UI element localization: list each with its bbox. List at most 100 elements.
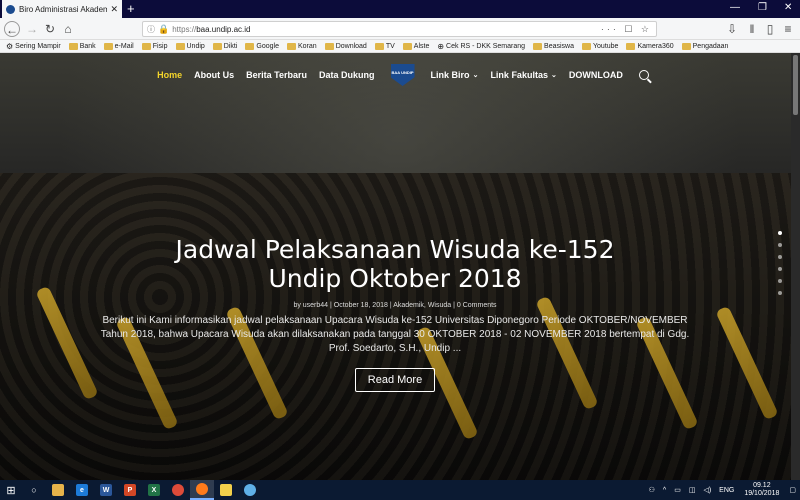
bookmark-youtube[interactable]: Youtube [582, 42, 618, 50]
back-icon[interactable]: ← [4, 21, 20, 37]
slider-dot[interactable] [778, 279, 782, 283]
bookmark-undip[interactable]: Undip [175, 42, 205, 50]
info-icon[interactable]: ⓘ [147, 24, 155, 35]
folder-icon [324, 42, 334, 50]
bookmark-bank[interactable]: Bank [68, 42, 96, 50]
nav-berita-terbaru[interactable]: Berita Terbaru [246, 70, 307, 80]
clock-date: 19/10/2018 [744, 490, 780, 497]
bookmark-label: Pengadaan [692, 42, 729, 50]
edge-icon[interactable]: e [70, 480, 94, 500]
slider-dot[interactable] [778, 243, 782, 247]
word-icon[interactable]: W [94, 480, 118, 500]
close-window-icon[interactable]: ✕ [784, 2, 792, 13]
firefox-icon[interactable] [190, 480, 214, 500]
logo-text: BAA UNDIP [391, 70, 414, 75]
system-tray: ⚇ ^ ▭ ◫ ◁) ENG 09.12 19/10/2018 ▢ [645, 480, 800, 500]
folder-icon [103, 42, 113, 50]
tab-title: Biro Administrasi Akademik Un [19, 4, 108, 14]
nav-link-fakultas[interactable]: Link Fakultas ⌄ [490, 70, 556, 80]
page-actions[interactable]: ··· ☐ ☆ [601, 24, 652, 35]
chrome-icon[interactable] [166, 480, 190, 500]
clock[interactable]: 09.12 19/10/2018 [744, 482, 779, 498]
chevron-down-icon: ⌄ [472, 72, 479, 79]
bookmark-kamera360[interactable]: Kamera360 [626, 42, 674, 50]
battery-icon[interactable]: ▭ [674, 486, 681, 494]
bookmark-alste[interactable]: Alste [402, 42, 430, 50]
nav-link-biro[interactable]: Link Biro ⌄ [431, 70, 479, 80]
file-explorer-icon[interactable] [46, 480, 70, 500]
bookmark-cek-rs[interactable]: ⊕ Cek RS - DKK Semarang [437, 42, 525, 51]
clock-time: 09.12 [753, 482, 771, 489]
site-logo[interactable]: BAA UNDIP [390, 64, 415, 86]
browser-tab[interactable]: Biro Administrasi Akademik Un ✕ [2, 0, 122, 18]
folder-icon [582, 42, 591, 50]
notifications-icon[interactable]: ▢ [789, 486, 796, 494]
url-protocol: https:// [172, 24, 197, 34]
new-tab-icon[interactable]: + [127, 1, 135, 16]
hero-title[interactable]: Jadwal Pelaksanaan Wisuda ke-152 Undip O… [100, 235, 690, 293]
bookmark-email[interactable]: e-Mail [103, 42, 134, 50]
folder-icon [402, 42, 412, 50]
bookmark-label: Koran [298, 42, 317, 50]
search-icon[interactable]: ○ [22, 480, 46, 500]
slider-dot[interactable] [778, 267, 782, 271]
download-icon[interactable]: ⇩ [724, 21, 740, 37]
gear-icon: ⚙ [6, 41, 14, 51]
minimize-icon[interactable]: — [730, 2, 740, 13]
bookmark-google[interactable]: Google [245, 42, 279, 50]
home-icon[interactable]: ⌂ [60, 21, 76, 37]
slider-dot[interactable] [778, 231, 782, 235]
address-bar[interactable]: ⓘ 🔒 https:// baa.undip.ac.id ··· ☐ ☆ [142, 21, 657, 37]
forward-icon[interactable]: → [24, 21, 40, 37]
nav-home[interactable]: Home [157, 70, 182, 80]
bookmark-label: Download [335, 42, 367, 50]
sidebar-icon[interactable]: ▯ [762, 21, 778, 37]
network-icon[interactable]: ◫ [689, 486, 696, 494]
bookmark-label: Google [256, 42, 279, 50]
folder-icon [175, 42, 185, 50]
bookmark-beasiswa[interactable]: Beasiswa [533, 42, 574, 50]
bookmark-koran[interactable]: Koran [287, 42, 317, 50]
nav-download[interactable]: DOWNLOAD [569, 70, 623, 80]
menu-icon[interactable]: ≡ [780, 21, 796, 37]
bookmark-tv[interactable]: TV [374, 42, 395, 50]
tray-chevron-icon[interactable]: ^ [663, 487, 666, 494]
read-more-button[interactable]: Read More [354, 368, 436, 392]
lock-icon[interactable]: 🔒 [158, 24, 169, 35]
volume-icon[interactable]: ◁) [703, 486, 711, 494]
folder-icon [681, 42, 691, 50]
app-icon[interactable] [238, 480, 262, 500]
powerpoint-icon[interactable]: P [118, 480, 142, 500]
bookmark-fisip[interactable]: Fisip [141, 42, 168, 50]
nav-about-us[interactable]: About Us [194, 70, 234, 80]
bookmark-label: Alste [413, 42, 430, 50]
people-icon[interactable]: ⚇ [649, 486, 655, 494]
bookmark-download[interactable]: Download [324, 42, 367, 50]
library-icon[interactable]: ‖ [744, 21, 760, 37]
bookmark-sering-mampir[interactable]: ⚙ Sering Mampir [6, 42, 61, 51]
site-favicon-icon [6, 4, 15, 14]
bookmark-pengadaan[interactable]: Pengadaan [681, 42, 729, 50]
excel-icon[interactable]: X [142, 480, 166, 500]
nav-link-fakultas-label: Link Fakultas [490, 70, 548, 80]
slider-dot[interactable] [778, 291, 782, 295]
folder-icon [533, 42, 543, 50]
bookmark-label: Cek RS - DKK Semarang [446, 42, 526, 50]
language-indicator[interactable]: ENG [719, 487, 734, 494]
reload-icon[interactable]: ↻ [42, 21, 58, 37]
folder-icon [626, 42, 636, 50]
scrollbar-thumb[interactable] [793, 55, 798, 115]
bookmark-dikti[interactable]: Dikti [212, 42, 238, 50]
bookmark-label: Bank [79, 42, 96, 50]
notes-icon[interactable] [214, 480, 238, 500]
bookmark-label: Dikti [223, 42, 238, 50]
page-scrollbar[interactable] [791, 53, 800, 480]
bookmark-label: Sering Mampir [15, 42, 61, 50]
url-host: baa.undip.ac.id [196, 24, 251, 34]
maximize-icon[interactable]: ❐ [758, 2, 767, 13]
windows-start-icon[interactable]: ⊞ [0, 480, 22, 500]
search-icon[interactable] [638, 70, 649, 80]
close-tab-icon[interactable]: ✕ [110, 4, 118, 15]
slider-dot[interactable] [778, 255, 782, 259]
nav-data-dukung[interactable]: Data Dukung [319, 70, 375, 80]
